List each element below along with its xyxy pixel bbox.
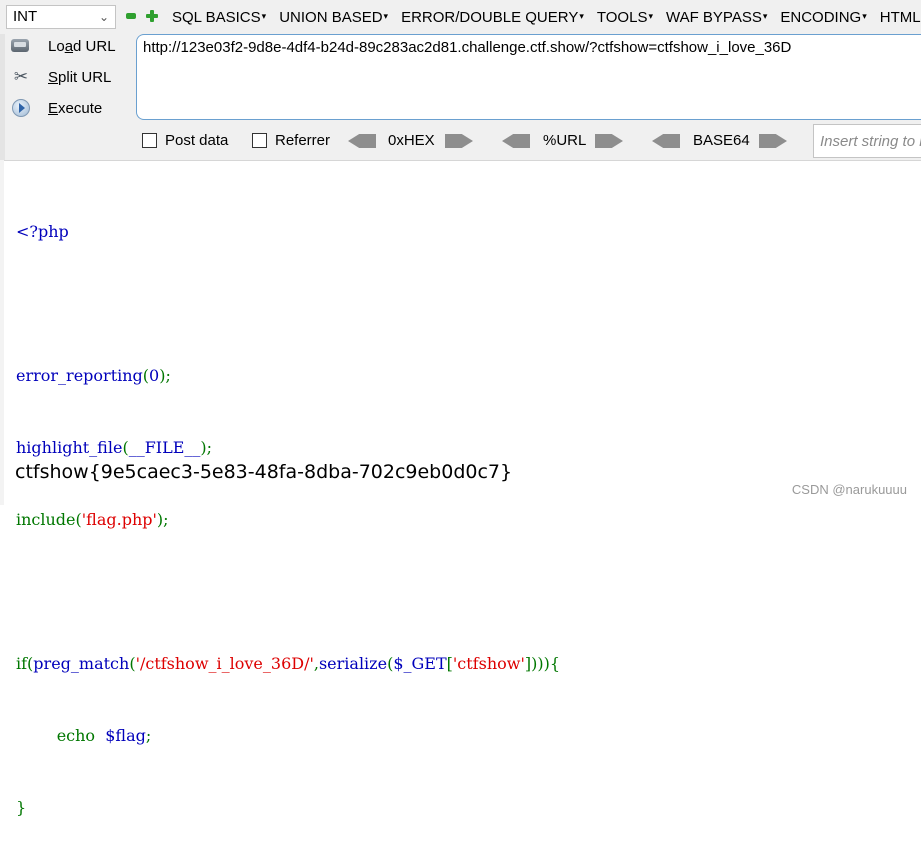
menu-sql-basics[interactable]: SQL BASICS bbox=[172, 9, 266, 26]
post-data-label: Post data bbox=[165, 132, 229, 149]
flag-output: ctfshow{9e5caec3-5e83-48fa-8dba-702c9eb0… bbox=[15, 461, 513, 483]
hackbar-menus: SQL BASICS UNION BASED ERROR/DOUBLE QUER… bbox=[172, 0, 921, 34]
code-line-error-reporting: error_reporting(0); bbox=[16, 366, 171, 385]
menu-encoding[interactable]: ENCODING bbox=[780, 9, 866, 26]
code-line-open-tag: <?php bbox=[16, 222, 69, 241]
base64-label: BASE64 bbox=[693, 132, 750, 149]
load-url-button[interactable]: Load URL bbox=[10, 33, 116, 59]
increase-icon[interactable] bbox=[146, 10, 158, 22]
chevron-down-icon: ⌄ bbox=[98, 10, 109, 24]
menu-tools[interactable]: TOOLS bbox=[597, 9, 653, 26]
menu-error-double-query[interactable]: ERROR/DOUBLE QUERY bbox=[401, 9, 584, 26]
split-url-label: Split URL bbox=[48, 68, 112, 86]
php-source-code: <?php error_reporting(0); highlight_file… bbox=[16, 172, 560, 844]
split-url-icon: ✂ bbox=[13, 67, 29, 86]
injection-mode-value: INT bbox=[13, 8, 38, 25]
menu-html[interactable]: HTML bbox=[880, 9, 921, 26]
watermark: CSDN @narukuuuu bbox=[791, 482, 907, 497]
hex-decode-arrow-icon[interactable] bbox=[348, 134, 376, 148]
code-line-echo: echo $flag; bbox=[56, 726, 152, 745]
post-data-checkbox[interactable] bbox=[142, 133, 157, 148]
hackbar-panel: INT ⌄ SQL BASICS UNION BASED ERROR/DOUBL… bbox=[0, 0, 921, 161]
insert-string-input[interactable]: Insert string to replace bbox=[813, 124, 921, 158]
url-enc-label: %URL bbox=[543, 132, 587, 149]
load-url-label: Load URL bbox=[48, 37, 116, 55]
referrer-checkbox[interactable] bbox=[252, 133, 267, 148]
page-edge bbox=[0, 160, 4, 505]
code-line-highlight-file: highlight_file(__FILE__); bbox=[16, 438, 213, 457]
hex-label: 0xHEX bbox=[388, 132, 435, 149]
execute-label: Execute bbox=[48, 99, 103, 117]
referrer-label: Referrer bbox=[275, 132, 331, 149]
code-line-close: } bbox=[16, 798, 27, 817]
url-encode-arrow-icon[interactable] bbox=[595, 134, 623, 148]
split-url-button[interactable]: ✂ Split URL bbox=[10, 64, 112, 90]
code-line-include: include('flag.php'); bbox=[16, 510, 169, 529]
execute-icon bbox=[10, 98, 32, 118]
menu-union-based[interactable]: UNION BASED bbox=[279, 9, 388, 26]
decrease-icon[interactable] bbox=[126, 13, 136, 19]
url-input[interactable]: http://123e03f2-9d8e-4df4-b24d-89c283ac2… bbox=[136, 34, 921, 120]
injection-mode-select[interactable]: INT ⌄ bbox=[6, 5, 116, 29]
hex-encode-arrow-icon[interactable] bbox=[445, 134, 473, 148]
execute-button[interactable]: Execute bbox=[10, 95, 102, 121]
base64-decode-arrow-icon[interactable] bbox=[652, 134, 680, 148]
url-decode-arrow-icon[interactable] bbox=[502, 134, 530, 148]
code-line-if: if(preg_match('/ctfshow_i_love_36D/',ser… bbox=[16, 654, 560, 673]
base64-encode-arrow-icon[interactable] bbox=[759, 134, 787, 148]
menu-waf-bypass[interactable]: WAF BYPASS bbox=[666, 9, 767, 26]
load-url-icon bbox=[10, 36, 32, 56]
hackbar-options-row: Post data Referrer 0xHEX %URL BASE64 Ins… bbox=[0, 124, 921, 158]
hackbar-menu-row: INT ⌄ SQL BASICS UNION BASED ERROR/DOUBL… bbox=[0, 0, 921, 34]
